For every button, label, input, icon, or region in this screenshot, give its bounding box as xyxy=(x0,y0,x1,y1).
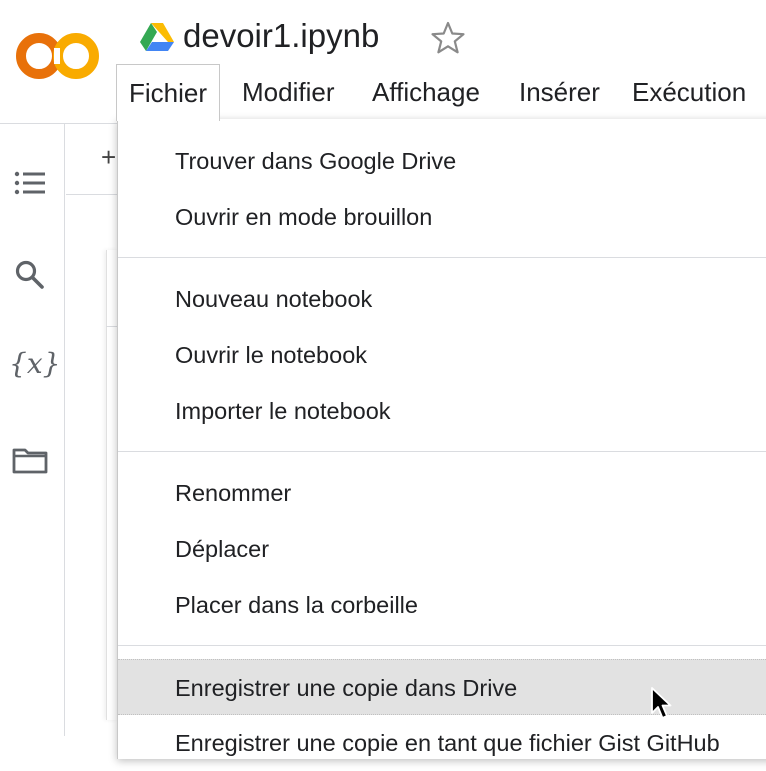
colab-logo-icon[interactable] xyxy=(16,28,100,84)
menu-affichage[interactable]: Affichage xyxy=(360,64,492,119)
menu-item-find-in-drive[interactable]: Trouver dans Google Drive xyxy=(118,133,766,189)
menu-item-open-playground[interactable]: Ouvrir en mode brouillon xyxy=(118,189,766,245)
sidebar-border xyxy=(64,124,65,736)
menu-item-new-notebook[interactable]: Nouveau notebook xyxy=(118,271,766,327)
folder-icon[interactable] xyxy=(10,440,50,480)
menu-item-open-notebook[interactable]: Ouvrir le notebook xyxy=(118,327,766,383)
menu-inserer[interactable]: Insérer xyxy=(507,64,612,119)
menubar: Fichier Modifier Affichage Insérer Exécu… xyxy=(116,64,766,121)
menu-item-move[interactable]: Déplacer xyxy=(118,521,766,577)
add-cell-button[interactable]: + xyxy=(101,142,116,173)
file-menu-dropdown: Trouver dans Google Drive Ouvrir en mode… xyxy=(117,119,766,759)
menu-separator xyxy=(118,451,766,452)
toolbar-divider xyxy=(66,194,118,195)
star-icon[interactable] xyxy=(430,20,466,56)
notebook-title[interactable]: devoir1.ipynb xyxy=(183,14,379,58)
menu-item-trash[interactable]: Placer dans la corbeille xyxy=(118,577,766,633)
search-icon[interactable] xyxy=(10,255,50,295)
menu-item-rename[interactable]: Renommer xyxy=(118,465,766,521)
table-of-contents-icon[interactable] xyxy=(10,163,50,203)
menu-separator xyxy=(118,645,766,646)
google-drive-icon[interactable] xyxy=(140,22,174,52)
menu-execution[interactable]: Exécution xyxy=(620,64,758,119)
mouse-cursor-icon xyxy=(650,686,674,722)
menu-separator xyxy=(118,257,766,258)
menu-fichier[interactable]: Fichier xyxy=(116,64,221,121)
menu-item-upload-notebook[interactable]: Importer le notebook xyxy=(118,383,766,439)
variables-icon[interactable]: {x} xyxy=(9,347,60,380)
menu-item-save-copy-gist[interactable]: Enregistrer une copie en tant que fichie… xyxy=(118,715,766,771)
menu-modifier[interactable]: Modifier xyxy=(230,64,346,119)
